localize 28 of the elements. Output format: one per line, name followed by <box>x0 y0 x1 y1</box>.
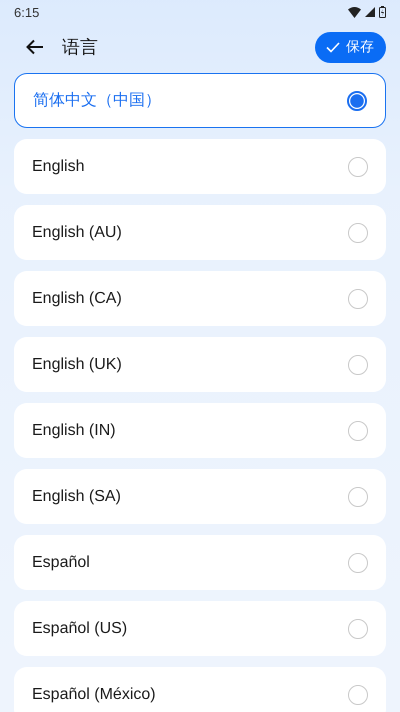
signal-icon <box>365 7 375 17</box>
radio-button[interactable] <box>348 156 368 176</box>
page-title: 语言 <box>62 36 99 59</box>
language-option[interactable]: English (AU) <box>14 205 386 260</box>
radio-button[interactable] <box>348 486 368 506</box>
wifi-icon <box>348 6 361 18</box>
radio-button[interactable] <box>348 222 368 242</box>
check-icon <box>326 42 340 52</box>
radio-button[interactable] <box>348 354 368 374</box>
language-option[interactable]: 简体中文（中国） <box>14 73 386 128</box>
radio-button[interactable] <box>348 552 368 572</box>
radio-button[interactable] <box>348 618 368 638</box>
save-button[interactable]: 保存 <box>315 32 386 62</box>
radio-button[interactable] <box>347 90 367 110</box>
language-option[interactable]: English (CA) <box>14 271 386 326</box>
radio-button[interactable] <box>348 288 368 308</box>
language-option[interactable]: Español (US) <box>14 601 386 656</box>
language-option[interactable]: English (SA) <box>14 469 386 524</box>
language-option[interactable]: Español <box>14 535 386 590</box>
back-arrow-icon[interactable] <box>26 39 44 55</box>
language-option[interactable]: English <box>14 139 386 194</box>
language-option[interactable]: English (UK) <box>14 337 386 392</box>
language-option[interactable]: Español (México) <box>14 667 386 712</box>
clock-time: 6:15 <box>14 4 40 20</box>
battery-icon <box>379 6 386 18</box>
language-option[interactable]: English (IN) <box>14 403 386 458</box>
radio-button[interactable] <box>348 420 368 440</box>
radio-button[interactable] <box>348 684 368 704</box>
